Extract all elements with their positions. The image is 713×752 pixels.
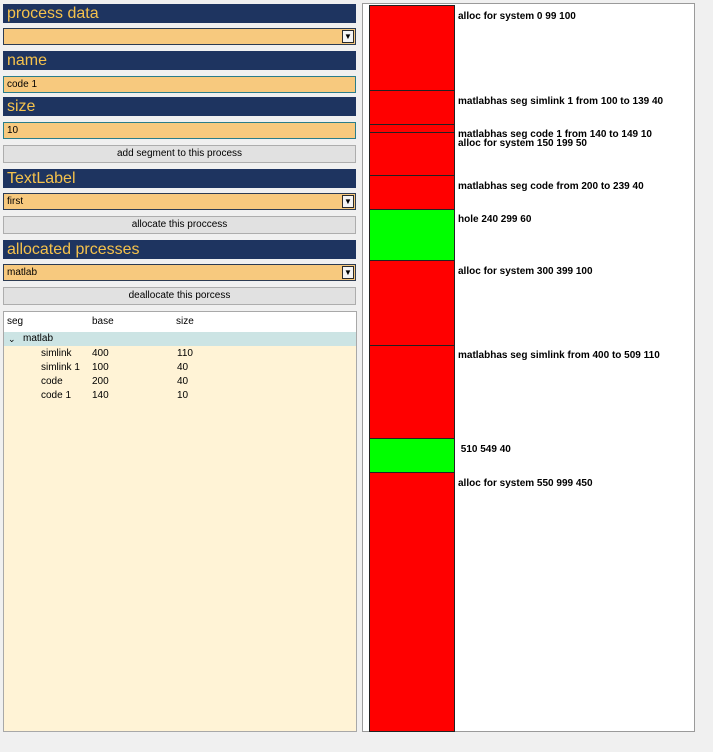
row-base: 140 xyxy=(92,390,109,401)
size-input[interactable]: 10 xyxy=(3,122,356,139)
row-size: 10 xyxy=(177,390,189,401)
memory-block-label: alloc for system 150 199 50 xyxy=(458,138,587,149)
row-size: 110 xyxy=(177,348,193,359)
chevron-down-icon[interactable]: ⌄ xyxy=(8,332,16,346)
text-label-value: first xyxy=(7,196,24,207)
text-label-combo[interactable]: first ▼ xyxy=(3,193,356,210)
allocate-button[interactable]: allocate this proccess xyxy=(3,216,356,234)
column-header-seg[interactable]: seg xyxy=(7,312,23,332)
row-base: 400 xyxy=(92,348,109,359)
segment-tree[interactable]: seg base size ⌄ matlab simlink 400 110 s… xyxy=(3,311,357,732)
memory-block xyxy=(369,472,455,732)
memory-block-label: alloc for system 550 999 450 xyxy=(458,478,593,489)
deallocate-button[interactable]: deallocate this porcess xyxy=(3,287,356,305)
memory-block xyxy=(369,90,455,125)
process-data-combo[interactable]: ▼ xyxy=(3,28,356,45)
row-base: 100 xyxy=(92,362,109,373)
name-header: name xyxy=(3,51,356,70)
column-header-size[interactable]: size xyxy=(176,312,194,332)
tree-row[interactable]: code 200 40 xyxy=(4,375,356,389)
memory-block xyxy=(369,260,455,346)
tree-row[interactable]: simlink 1 100 40 xyxy=(4,361,356,375)
row-size: 40 xyxy=(177,362,189,373)
chevron-down-icon[interactable]: ▼ xyxy=(342,30,354,43)
memory-block xyxy=(369,438,455,473)
process-data-header: process data xyxy=(3,4,356,23)
row-seg: simlink 1 xyxy=(41,362,80,373)
tree-parent-label: matlab xyxy=(23,333,54,344)
size-header: size xyxy=(3,97,356,116)
memory-block-label: matlabhas seg simlink from 400 to 509 11… xyxy=(458,350,660,361)
chevron-down-icon[interactable]: ▼ xyxy=(342,266,354,279)
memory-block-label: matlabhas seg simlink 1 from 100 to 139 … xyxy=(458,96,664,107)
row-seg: code 1 xyxy=(41,390,72,401)
memory-block xyxy=(369,132,455,176)
row-seg: code xyxy=(41,376,63,387)
memory-block xyxy=(369,209,455,261)
allocated-processes-value: matlab xyxy=(7,267,38,278)
memory-block xyxy=(369,175,455,210)
column-header-base[interactable]: base xyxy=(92,312,114,332)
row-seg: simlink xyxy=(41,348,72,359)
memory-block-label: matlabhas seg code from 200 to 239 40 xyxy=(458,181,644,192)
tree-header: seg base size xyxy=(4,312,356,332)
add-segment-button[interactable]: add segment to this process xyxy=(3,145,356,163)
tree-parent-item[interactable]: ⌄ matlab xyxy=(4,332,356,346)
allocated-processes-header: allocated prcesses xyxy=(3,240,356,259)
tree-row[interactable]: simlink 400 110 xyxy=(4,347,356,361)
memory-block xyxy=(369,5,455,91)
memory-block-label: alloc for system 300 399 100 xyxy=(458,266,593,277)
name-input[interactable]: code 1 xyxy=(3,76,356,93)
tree-row[interactable]: code 1 140 10 xyxy=(4,389,356,403)
left-panel: process data ▼ name code 1 size 10 add s… xyxy=(0,0,360,752)
text-label-header: TextLabel xyxy=(3,169,356,188)
memory-block-label: 510 549 40 xyxy=(458,444,511,455)
memory-block-label: hole 240 299 60 xyxy=(458,214,532,225)
chevron-down-icon[interactable]: ▼ xyxy=(342,195,354,208)
allocated-processes-combo[interactable]: matlab ▼ xyxy=(3,264,356,281)
row-size: 40 xyxy=(177,376,189,387)
memory-block xyxy=(369,345,455,439)
memory-block-label: alloc for system 0 99 100 xyxy=(458,11,576,22)
row-base: 200 xyxy=(92,376,109,387)
